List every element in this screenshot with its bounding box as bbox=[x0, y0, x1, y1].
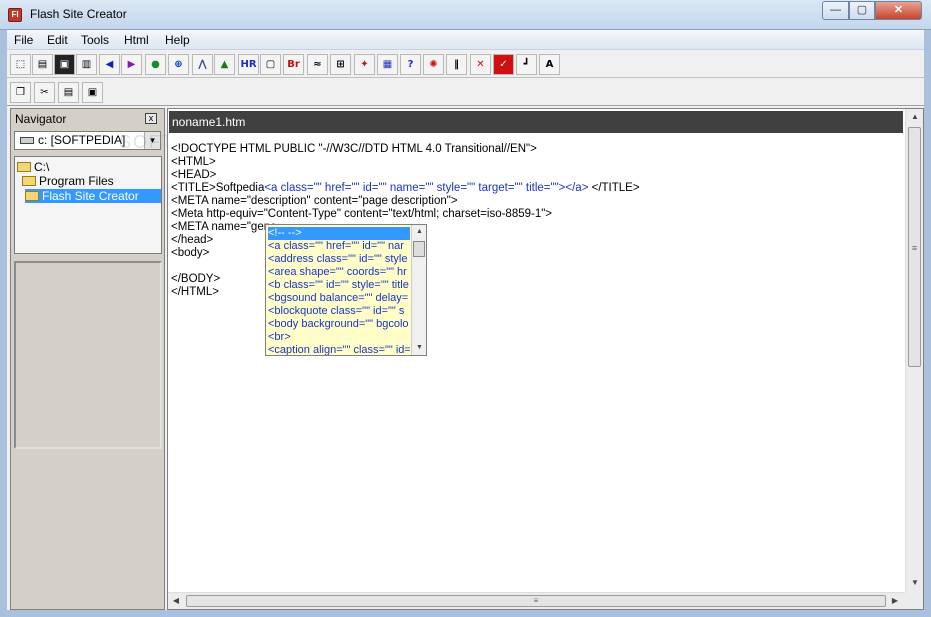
columns-icon[interactable]: ‖ bbox=[446, 54, 467, 75]
maximize-button[interactable]: ▢ bbox=[849, 1, 875, 20]
paste-icon[interactable]: ▤ bbox=[58, 82, 79, 103]
code-line[interactable]: <TITLE>Softpedia<a class="" href="" id="… bbox=[171, 182, 901, 195]
document-tab[interactable]: noname1.htm bbox=[169, 111, 903, 133]
tag-autocomplete-popup[interactable]: <!-- --> <a class="" href="" id="" nar <ad… bbox=[265, 224, 427, 356]
app-icon: FI bbox=[8, 8, 22, 22]
main-toolbar: ⬚ ▤ ▣ ▥ ◀ ▶ ● ⊕ ⋀ ▲ HR ▢ Br ≈ ⊞ ✦ ▦ ? ✺ … bbox=[7, 52, 924, 78]
navigator-close-button[interactable]: x bbox=[145, 113, 157, 124]
copy-icon[interactable]: ❐ bbox=[10, 82, 31, 103]
editor-area: noname1.htm <!DOCTYPE HTML PUBLIC "-//W3… bbox=[167, 108, 924, 610]
menu-html[interactable]: Html bbox=[124, 33, 149, 47]
minimize-button[interactable]: — bbox=[822, 1, 849, 20]
menu-help[interactable]: Help bbox=[165, 33, 190, 47]
tree-item-program-files[interactable]: Program Files bbox=[22, 174, 118, 188]
br-icon[interactable]: Br bbox=[283, 54, 304, 75]
folder-tree[interactable]: C:\ Program Files Flash Site Creator bbox=[14, 156, 162, 254]
folder-open-icon bbox=[22, 176, 36, 186]
record-icon[interactable]: ✺ bbox=[423, 54, 444, 75]
form-icon[interactable]: ≈ bbox=[307, 54, 328, 75]
save-as-icon[interactable]: ▥ bbox=[76, 54, 97, 75]
frame-icon[interactable]: ▢ bbox=[260, 54, 281, 75]
edit-toolbar: ❐ ✂ ▤ ▣ bbox=[7, 80, 924, 106]
window-title: Flash Site Creator bbox=[30, 7, 127, 21]
tree-icon[interactable]: ⋀ bbox=[192, 54, 213, 75]
scroll-down-icon[interactable]: ▼ bbox=[906, 575, 924, 591]
horizontal-scrollbar[interactable]: ◀ ≡ ▶ bbox=[168, 592, 923, 609]
back-icon[interactable]: ◀ bbox=[99, 54, 120, 75]
scroll-corner bbox=[905, 592, 923, 609]
align-icon[interactable]: ┛ bbox=[516, 54, 537, 75]
autocomplete-scroll-thumb[interactable] bbox=[413, 241, 425, 257]
navigator-title: Navigator bbox=[15, 112, 67, 126]
forward-icon[interactable]: ▶ bbox=[121, 54, 142, 75]
title-bar: FI Flash Site Creator — ▢ ✕ bbox=[0, 0, 931, 30]
cut-icon[interactable]: ✂ bbox=[34, 82, 55, 103]
autocomplete-scrollbar[interactable]: ▲ ▼ bbox=[411, 225, 426, 355]
font-icon[interactable]: A bbox=[539, 54, 560, 75]
folder-open-icon bbox=[17, 162, 31, 172]
autocomplete-item[interactable]: <bgsound balance="" delay= bbox=[268, 292, 410, 305]
autocomplete-item[interactable]: <blockquote class="" id="" s bbox=[268, 305, 410, 318]
autocomplete-item[interactable]: <a class="" href="" id="" nar bbox=[268, 240, 410, 253]
drive-icon bbox=[20, 137, 34, 145]
close-button[interactable]: ✕ bbox=[875, 1, 922, 20]
image-icon[interactable]: ▲ bbox=[214, 54, 235, 75]
autocomplete-item[interactable]: <body background="" bgcolo bbox=[268, 318, 410, 331]
folder-open-icon bbox=[25, 191, 39, 201]
vertical-scroll-thumb[interactable]: ≡ bbox=[908, 127, 921, 367]
code-line[interactable]: <META name="description" content="page d… bbox=[171, 195, 901, 208]
scroll-right-icon[interactable]: ▶ bbox=[887, 593, 903, 609]
scroll-down-icon[interactable]: ▼ bbox=[412, 341, 426, 355]
open-icon[interactable]: ▤ bbox=[32, 54, 53, 75]
autocomplete-item[interactable]: <br> bbox=[268, 331, 410, 344]
code-line[interactable]: <!DOCTYPE HTML PUBLIC "-//W3C//DTD HTML … bbox=[171, 143, 901, 156]
horizontal-scroll-thumb[interactable]: ≡ bbox=[186, 595, 886, 607]
navigator-panel: Navigator x c: [SOFTPEDIA] ▼ C:\ Program… bbox=[10, 108, 165, 610]
save-icon[interactable]: ▣ bbox=[54, 54, 75, 75]
scroll-up-icon[interactable]: ▲ bbox=[412, 225, 426, 239]
autocomplete-item[interactable]: <address class="" id="" style bbox=[268, 253, 410, 266]
flash-icon[interactable]: ✦ bbox=[354, 54, 375, 75]
autocomplete-item[interactable]: <caption align="" class="" id= bbox=[268, 344, 410, 355]
scroll-left-icon[interactable]: ◀ bbox=[168, 593, 184, 609]
code-line[interactable]: <HTML> bbox=[171, 156, 901, 169]
code-inserted-tag: <a class="" href="" id="" name="" style=… bbox=[264, 182, 589, 194]
menu-bar: File Edit Tools Html Help bbox=[7, 30, 924, 50]
code-line[interactable]: <Meta http-equiv="Content-Type" content=… bbox=[171, 208, 901, 221]
menu-edit[interactable]: Edit bbox=[47, 33, 68, 47]
select-all-icon[interactable]: ▣ bbox=[82, 82, 103, 103]
code-text: </TITLE> bbox=[588, 182, 640, 194]
autocomplete-item[interactable]: <!-- --> bbox=[268, 227, 410, 240]
scroll-up-icon[interactable]: ▲ bbox=[906, 109, 924, 125]
vertical-scrollbar[interactable]: ▲ ≡ ▼ bbox=[905, 109, 923, 592]
code-text: <TITLE>Softpedia bbox=[171, 182, 265, 194]
grid-icon[interactable]: ▦ bbox=[377, 54, 398, 75]
code-line[interactable]: <HEAD> bbox=[171, 169, 901, 182]
autocomplete-item[interactable]: <area shape="" coords="" hr bbox=[268, 266, 410, 279]
tree-item-flash-site-creator[interactable]: Flash Site Creator bbox=[25, 189, 161, 203]
help-icon[interactable]: ? bbox=[400, 54, 421, 75]
delete-icon[interactable]: ✕ bbox=[470, 54, 491, 75]
menu-tools[interactable]: Tools bbox=[81, 33, 109, 47]
menu-file[interactable]: File bbox=[14, 33, 33, 47]
tree-item-root[interactable]: C:\ bbox=[17, 160, 53, 174]
globe-icon[interactable]: ● bbox=[145, 54, 166, 75]
new-page-icon[interactable]: ⬚ bbox=[10, 54, 31, 75]
add-icon[interactable]: ⊕ bbox=[168, 54, 189, 75]
autocomplete-item[interactable]: <b class="" id="" style="" title bbox=[268, 279, 410, 292]
drive-label: c: [SOFTPEDIA] bbox=[38, 133, 126, 147]
check-icon[interactable]: ✓ bbox=[493, 54, 514, 75]
table-icon[interactable]: ⊞ bbox=[330, 54, 351, 75]
file-list[interactable] bbox=[14, 261, 162, 449]
window-client: File Edit Tools Html Help ⬚ ▤ ▣ ▥ ◀ ▶ ● … bbox=[7, 30, 924, 610]
hr-icon[interactable]: HR bbox=[238, 54, 259, 75]
